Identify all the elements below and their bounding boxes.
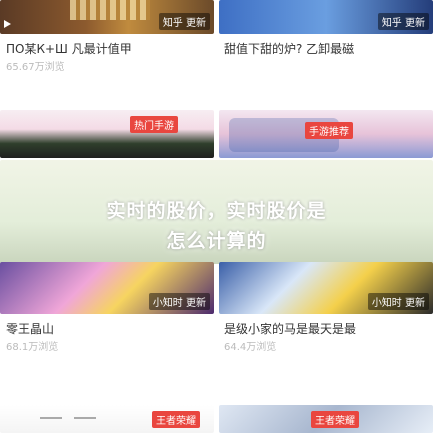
play-icon [4, 20, 11, 28]
category-tag: 手游推荐 [305, 122, 353, 139]
view-count: 68.1万浏览 [6, 342, 59, 353]
source-tag: 知乎 更新 [377, 13, 429, 30]
card-title[interactable]: ПО某К+Ш 凡最计值甲 [6, 40, 212, 57]
video-thumbnail-1[interactable]: 知乎 更新 [0, 0, 214, 34]
source-tag: 知乎 更新 [158, 13, 210, 30]
category-tag: 王者荣耀 [311, 411, 359, 428]
video-thumbnail-6[interactable]: 小知时 更新 [219, 262, 433, 314]
card-title[interactable]: 零王晶山 [6, 320, 212, 337]
view-count: 65.67万浏览 [6, 62, 65, 73]
card-title[interactable]: 是级小家的马是最天是最 [224, 320, 430, 337]
video-thumbnail-4[interactable]: 手游推荐 [219, 110, 433, 158]
video-thumbnail-3[interactable]: 热门手游 [0, 110, 214, 158]
category-tag: 王者荣耀 [152, 411, 200, 428]
view-count: 64.4万浏览 [224, 342, 277, 353]
video-thumbnail-5[interactable]: 小知时 更新 [0, 262, 214, 314]
source-tag: 小知时 更新 [367, 293, 429, 310]
promo-banner [0, 160, 433, 264]
video-thumbnail-2[interactable]: 知乎 更新 [219, 0, 433, 34]
category-tag: 热门手游 [130, 116, 178, 133]
card-title[interactable]: 甜值下甜的炉? 乙卸最磁 [224, 40, 430, 57]
source-tag: 小知时 更新 [148, 293, 210, 310]
video-thumbnail-7[interactable]: 王者荣耀 [0, 405, 214, 433]
video-thumbnail-8[interactable]: 王者荣耀 [219, 405, 433, 433]
